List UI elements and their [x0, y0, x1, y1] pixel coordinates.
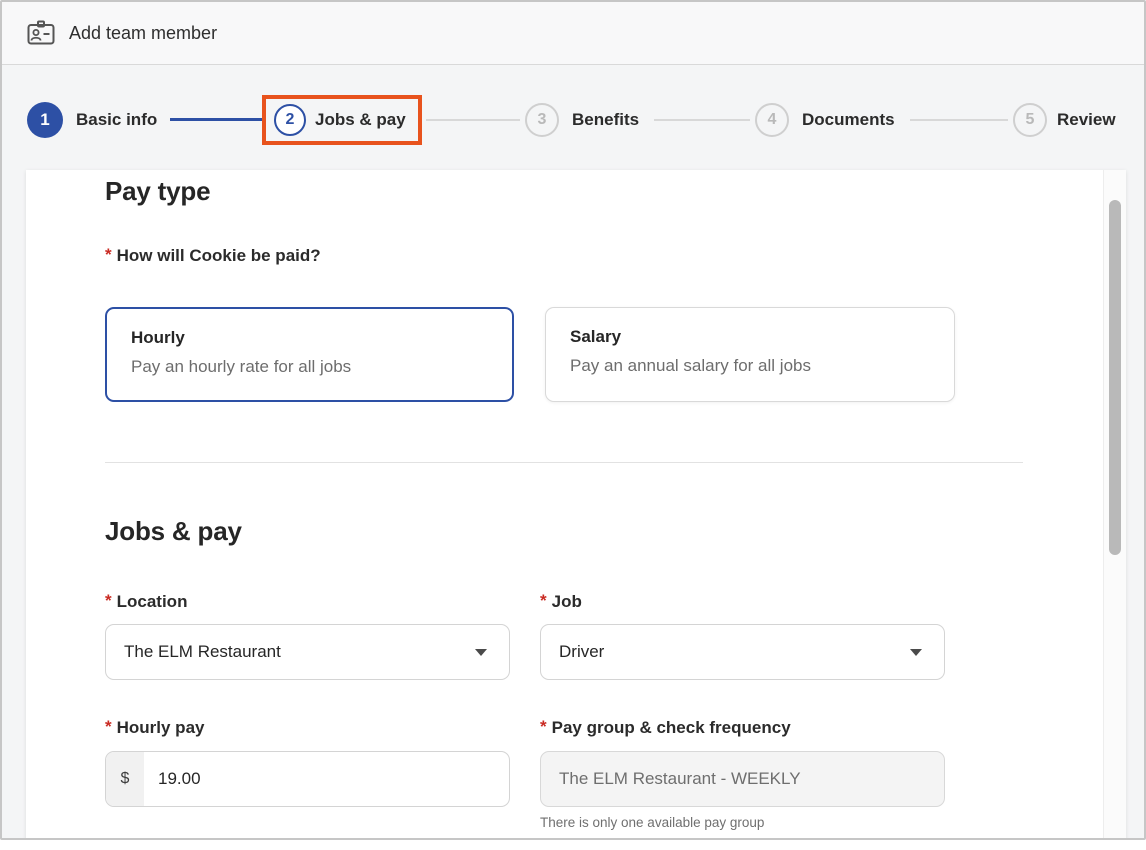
step-connector	[426, 119, 520, 121]
pay-option-description: Pay an annual salary for all jobs	[570, 356, 930, 376]
label-text: Pay group & check frequency	[552, 718, 791, 737]
step-label-review[interactable]: Review	[1057, 109, 1116, 131]
step-number: 2	[286, 111, 295, 129]
required-asterisk: *	[105, 245, 112, 264]
header-title: Add team member	[69, 23, 217, 44]
step-connector-done	[170, 118, 262, 121]
step-connector	[654, 119, 750, 121]
step-label-benefits[interactable]: Benefits	[572, 109, 639, 131]
location-label: * Location	[105, 592, 187, 612]
pay-option-title: Hourly	[131, 328, 488, 348]
question-text: How will Cookie be paid?	[117, 246, 321, 265]
job-select[interactable]: Driver	[540, 624, 945, 680]
step-circle-benefits[interactable]: 3	[525, 103, 559, 137]
pay-option-hourly[interactable]: Hourly Pay an hourly rate for all jobs	[105, 307, 514, 402]
id-badge-icon	[26, 20, 56, 46]
pay-group-helper: There is only one available pay group	[540, 815, 764, 830]
label-text: Job	[552, 592, 582, 611]
job-select-value: Driver	[559, 642, 910, 662]
location-select[interactable]: The ELM Restaurant	[105, 624, 510, 680]
currency-prefix: $	[106, 752, 144, 806]
hourly-pay-input[interactable]	[144, 752, 509, 806]
step-number: 5	[1026, 111, 1035, 129]
step-number: 3	[538, 111, 547, 129]
hourly-pay-field: $	[105, 751, 510, 807]
required-asterisk: *	[105, 591, 112, 610]
step-circle-basic-info[interactable]: 1	[27, 102, 63, 138]
chevron-down-icon	[910, 649, 922, 656]
required-asterisk: *	[105, 717, 112, 736]
pay-option-salary[interactable]: Salary Pay an annual salary for all jobs	[545, 307, 955, 402]
label-text: Hourly pay	[117, 718, 205, 737]
jobs-pay-heading: Jobs & pay	[105, 516, 242, 547]
step-circle-review[interactable]: 5	[1013, 103, 1047, 137]
required-asterisk: *	[540, 717, 547, 736]
app-header: Add team member	[2, 2, 1144, 65]
pay-group-value: The ELM Restaurant - WEEKLY	[559, 769, 801, 789]
hourly-pay-label: * Hourly pay	[105, 718, 204, 738]
step-connector	[910, 119, 1008, 121]
label-text: Location	[117, 592, 188, 611]
pay-group-label: * Pay group & check frequency	[540, 718, 791, 738]
scrollbar-track[interactable]	[1103, 170, 1126, 840]
section-divider	[105, 462, 1023, 463]
step-label-documents[interactable]: Documents	[802, 109, 895, 131]
pay-group-field[interactable]: The ELM Restaurant - WEEKLY	[540, 751, 945, 807]
chevron-down-icon	[475, 649, 487, 656]
location-select-value: The ELM Restaurant	[124, 642, 475, 662]
step-circle-jobs-pay[interactable]: 2	[274, 104, 306, 136]
wizard-stepper: 1 Basic info 2 Jobs & pay 3 Benefits 4 D…	[2, 65, 1144, 171]
pay-type-heading: Pay type	[105, 176, 210, 207]
step-label-jobs-pay[interactable]: Jobs & pay	[315, 109, 406, 131]
pay-type-question: * How will Cookie be paid?	[105, 246, 321, 266]
pay-option-description: Pay an hourly rate for all jobs	[131, 357, 488, 377]
add-team-member-window: Add team member 1 Basic info 2 Jobs & pa…	[0, 0, 1146, 840]
step-number: 4	[768, 111, 777, 129]
step-label-basic-info[interactable]: Basic info	[76, 109, 157, 131]
required-asterisk: *	[540, 591, 547, 610]
step-number: 1	[40, 110, 49, 130]
step-circle-documents[interactable]: 4	[755, 103, 789, 137]
scrollbar-thumb[interactable]	[1109, 200, 1121, 555]
pay-option-title: Salary	[570, 327, 930, 347]
job-label: * Job	[540, 592, 582, 612]
content-panel: Pay type * How will Cookie be paid? Hourl…	[26, 170, 1126, 840]
